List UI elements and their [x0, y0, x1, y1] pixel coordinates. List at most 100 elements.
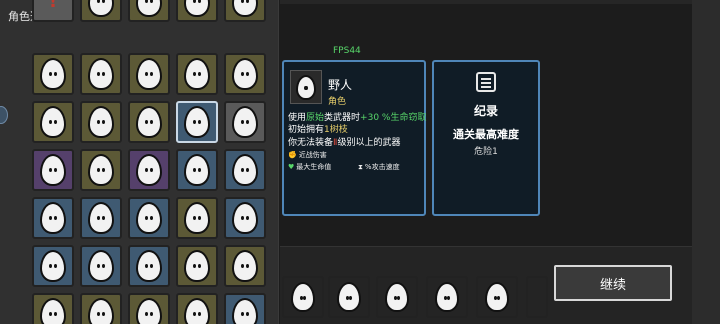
record-card: 纪录 通关最高难度 危险1	[432, 60, 540, 216]
egg-character-icon	[184, 298, 210, 324]
character-slot[interactable]	[128, 0, 170, 22]
egg-character-icon	[40, 202, 66, 234]
character-slot[interactable]	[224, 101, 266, 143]
character-slot[interactable]	[80, 0, 122, 22]
stat-label: %攻击速度	[364, 163, 400, 171]
character-name: 野人	[328, 78, 353, 92]
hourglass-icon: ⧗	[358, 163, 363, 171]
character-slot[interactable]	[128, 245, 170, 287]
character-slot[interactable]	[32, 149, 74, 191]
character-type: 角色	[328, 97, 347, 107]
character-slot-selected[interactable]	[176, 101, 218, 143]
character-portrait	[290, 70, 322, 104]
character-slot[interactable]	[128, 197, 170, 239]
egg-character-icon	[88, 58, 114, 90]
egg-character-icon	[232, 154, 258, 186]
record-subtitle: 通关最高难度	[453, 128, 519, 141]
egg-character-icon	[136, 58, 162, 90]
character-slot[interactable]	[224, 149, 266, 191]
character-slot[interactable]	[128, 293, 170, 324]
description-line-3: 你无法装备Ⅱ级别以上的武器	[288, 135, 400, 148]
character-slot[interactable]	[128, 149, 170, 191]
character-slot[interactable]	[224, 0, 266, 22]
weapon-slot[interactable]	[426, 276, 468, 318]
egg-character-icon	[40, 298, 66, 324]
egg-character-icon	[232, 202, 258, 234]
character-slot[interactable]	[80, 197, 122, 239]
character-slot[interactable]	[32, 53, 74, 95]
character-slot[interactable]	[32, 293, 74, 324]
character-slot[interactable]	[32, 101, 74, 143]
egg-character-icon	[184, 106, 210, 138]
character-slot[interactable]: !	[32, 0, 74, 22]
weapon-slot[interactable]	[376, 276, 418, 318]
weapon-slot[interactable]	[526, 276, 548, 318]
egg-character-icon	[136, 298, 162, 324]
continue-button[interactable]: 继续	[554, 265, 672, 301]
egg-character-icon	[184, 202, 210, 234]
egg-character-icon	[385, 282, 409, 312]
character-slot[interactable]	[128, 53, 170, 95]
character-slot[interactable]	[80, 293, 122, 324]
fps-counter: FPS44	[333, 46, 361, 56]
egg-character-icon	[184, 0, 210, 17]
character-slot[interactable]	[32, 197, 74, 239]
character-slot[interactable]	[176, 53, 218, 95]
egg-character-icon	[88, 0, 114, 17]
character-slot[interactable]	[80, 53, 122, 95]
character-slot[interactable]	[224, 245, 266, 287]
desc-text: 初始拥有	[288, 125, 325, 135]
stat-attack-speed: ⧗ %攻击速度	[358, 162, 400, 172]
exclamation-icon: !	[48, 0, 58, 12]
side-handle-icon[interactable]	[0, 106, 8, 124]
character-slot[interactable]	[224, 293, 266, 324]
stat-melee: ✊ 近战伤害	[288, 150, 327, 160]
egg-character-icon	[136, 106, 162, 138]
description-line-2: 初始拥有1树枝	[288, 122, 348, 135]
weapon-slot[interactable]	[476, 276, 518, 318]
egg-character-icon	[88, 154, 114, 186]
egg-character-icon	[232, 106, 258, 138]
desc-text: 你无法装备	[288, 138, 334, 148]
weapon-slot[interactable]	[282, 276, 324, 318]
character-slot[interactable]	[224, 197, 266, 239]
stat-label: 最大生命值	[296, 163, 332, 171]
character-slot[interactable]	[80, 245, 122, 287]
record-title: 纪录	[473, 104, 498, 118]
egg-character-icon	[296, 74, 316, 100]
character-slot[interactable]	[176, 293, 218, 324]
egg-character-icon	[40, 106, 66, 138]
desc-highlight: 1树枝	[324, 125, 348, 135]
character-picker-panel: 角色选择 !	[0, 0, 279, 324]
stat-maxhp: ♥ 最大生命值	[288, 162, 331, 172]
right-scroll-strip[interactable]	[692, 0, 720, 324]
egg-character-icon	[88, 250, 114, 282]
character-slot[interactable]	[176, 197, 218, 239]
egg-character-icon	[291, 282, 315, 312]
character-slot[interactable]	[176, 0, 218, 22]
character-slot[interactable]	[32, 245, 74, 287]
character-slot[interactable]	[176, 149, 218, 191]
egg-character-icon	[88, 298, 114, 324]
egg-character-icon	[232, 58, 258, 90]
character-slot[interactable]	[80, 149, 122, 191]
character-slot[interactable]	[128, 101, 170, 143]
character-slot[interactable]	[224, 53, 266, 95]
egg-character-icon	[337, 282, 361, 312]
egg-character-icon	[40, 58, 66, 90]
desc-highlight: +30 %生命窃取	[360, 113, 427, 123]
egg-character-icon	[184, 250, 210, 282]
egg-character-icon	[485, 282, 509, 312]
egg-character-icon	[40, 250, 66, 282]
character-slot[interactable]	[176, 245, 218, 287]
character-slot[interactable]	[80, 101, 122, 143]
record-danger-level: 危险1	[474, 147, 498, 157]
egg-character-icon	[136, 250, 162, 282]
stat-label: 近战伤害	[298, 151, 327, 159]
weapon-slot[interactable]	[328, 276, 370, 318]
egg-character-icon	[184, 58, 210, 90]
scroll-icon	[476, 72, 496, 92]
heart-icon: ♥	[288, 163, 295, 171]
egg-character-icon	[232, 298, 258, 324]
character-info-card: 野人 角色 使用原始类武器时+30 %生命窃取 初始拥有1树枝 你无法装备Ⅱ级别…	[282, 60, 426, 216]
